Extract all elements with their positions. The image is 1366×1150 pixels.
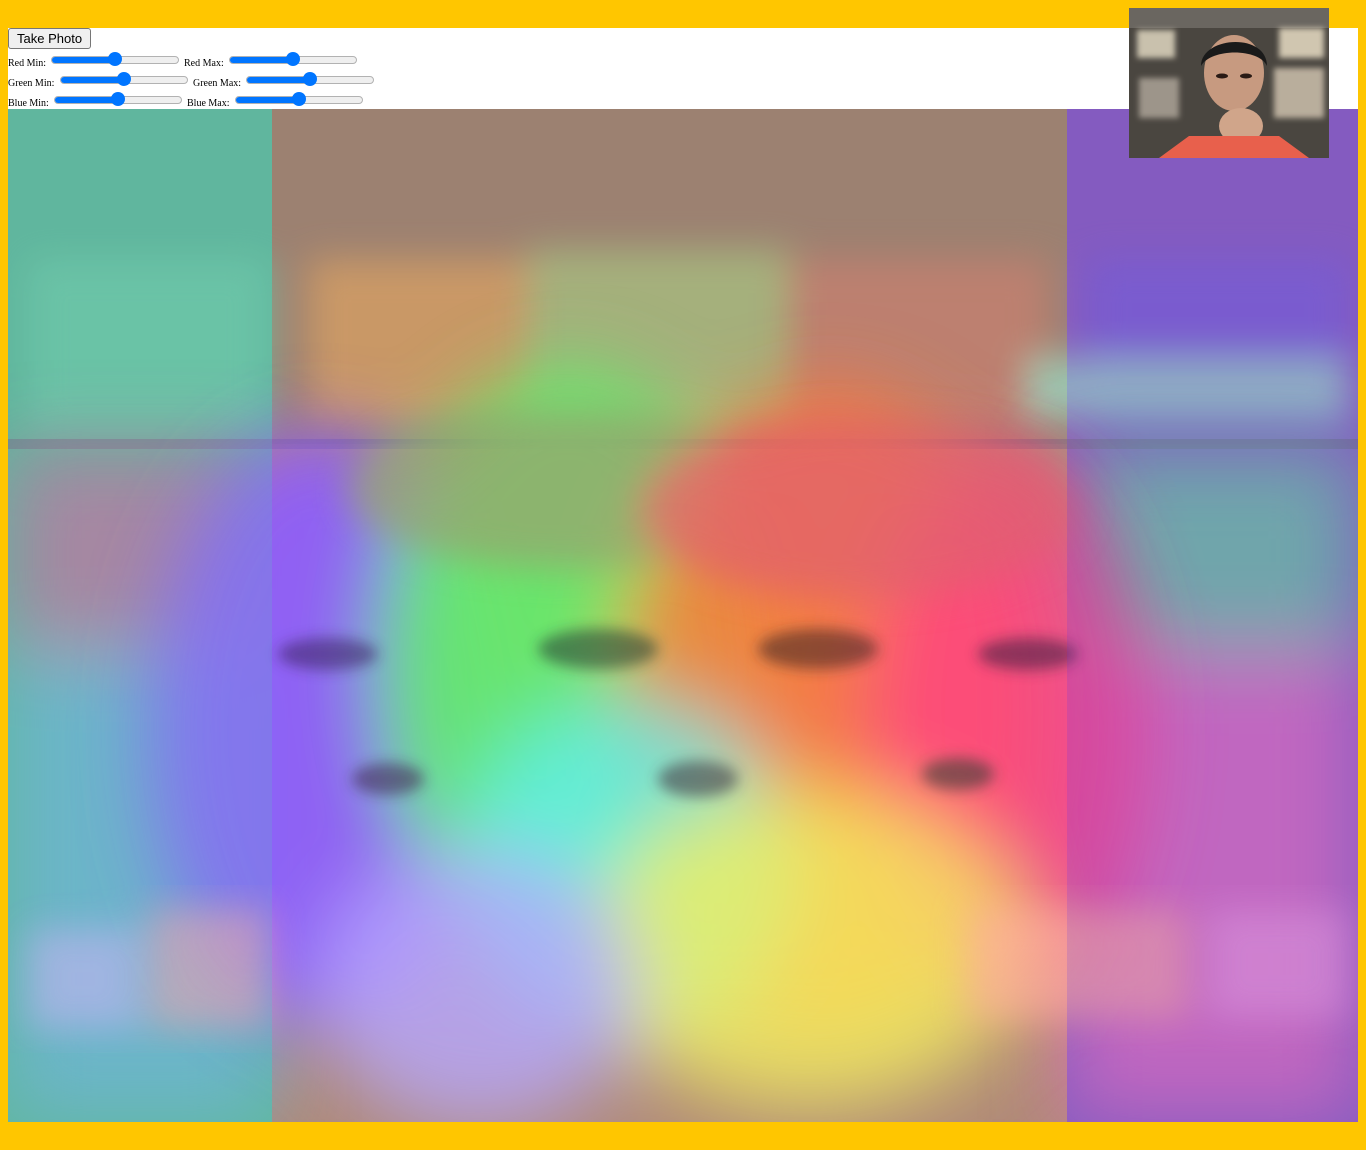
slider-fill [230,57,294,63]
slider-fill [55,97,119,103]
webcam-preview [1129,8,1329,158]
effect-canvas [8,109,1358,1122]
slider-thumb[interactable] [111,92,125,106]
blue-max-label: Blue Max: [187,98,230,109]
slider-fill [247,77,311,83]
effect-image [8,109,1358,1122]
slider-thumb[interactable] [286,52,300,66]
red-min-label: Red Min: [8,58,47,69]
slider-fill [236,97,300,103]
red-max-label: Red Max: [184,58,224,69]
red-max-slider[interactable] [229,51,357,67]
blue-max-slider[interactable] [235,91,363,107]
green-min-slider[interactable] [60,71,188,87]
webcam-image [1129,8,1329,158]
slider-fill [61,77,125,83]
red-min-slider[interactable] [51,51,179,67]
slider-thumb[interactable] [292,92,306,106]
green-min-label: Green Min: [8,78,55,89]
slider-thumb[interactable] [117,72,131,86]
blue-min-slider[interactable] [54,91,182,107]
slider-fill [52,57,116,63]
slider-thumb[interactable] [108,52,122,66]
blue-min-label: Blue Min: [8,98,49,109]
green-max-label: Green Max: [193,78,242,89]
slider-thumb[interactable] [303,72,317,86]
take-photo-button[interactable]: Take Photo [8,28,92,49]
green-max-slider[interactable] [246,71,374,87]
